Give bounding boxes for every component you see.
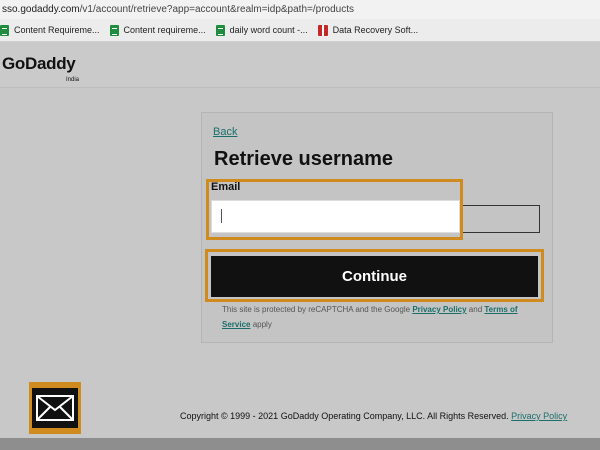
godaddy-logo[interactable]: GoDaddy: [2, 54, 76, 74]
email-field[interactable]: [211, 200, 460, 233]
bottom-bar: [0, 438, 600, 450]
footer-privacy-link[interactable]: Privacy Policy: [511, 411, 567, 421]
url-domain: sso.godaddy.com: [2, 4, 80, 15]
bookmark-item[interactable]: Data Recovery Soft...: [317, 24, 419, 36]
mail-icon[interactable]: [29, 382, 81, 434]
sheets-icon: [109, 24, 119, 36]
address-bar[interactable]: sso.godaddy.com/v1/account/retrieve?app=…: [0, 0, 600, 19]
recaptcha-notice: This site is protected by reCAPTCHA and …: [222, 302, 542, 332]
bookmark-label: daily word count -...: [229, 25, 308, 35]
bookmark-item[interactable]: Content Requireme...: [0, 24, 100, 36]
url-path: /v1/account/retrieve?app=account&realm=i…: [79, 4, 354, 15]
bookmark-label: Data Recovery Soft...: [332, 25, 419, 35]
continue-button[interactable]: Continue: [211, 256, 538, 297]
page-title: Retrieve username: [214, 148, 393, 170]
bookmarks-bar: Content Requireme... Content requireme..…: [0, 19, 600, 42]
logo-region: India: [66, 77, 80, 83]
recaptcha-prefix: This site is protected by reCAPTCHA and …: [222, 305, 413, 314]
footer: Copyright © 1999 - 2021 GoDaddy Operatin…: [180, 411, 567, 421]
back-link[interactable]: Back: [213, 126, 237, 138]
bookmark-item[interactable]: Content requireme...: [109, 24, 206, 36]
bookmark-item[interactable]: daily word count -...: [215, 24, 308, 36]
envelope: [32, 388, 78, 428]
text-caret: [221, 209, 222, 223]
site-header: GoDaddy India: [0, 42, 600, 88]
envelope-icon: [36, 395, 74, 421]
privacy-policy-link[interactable]: Privacy Policy: [412, 305, 466, 314]
copyright-text: Copyright © 1999 - 2021 GoDaddy Operatin…: [180, 411, 512, 421]
email-label: Email: [211, 181, 241, 193]
sheets-icon: [0, 24, 9, 36]
email-field-border: [460, 205, 540, 233]
sheets-icon: [215, 24, 225, 36]
recaptcha-apply: apply: [250, 320, 272, 329]
bookmark-label: Content requireme...: [123, 25, 206, 35]
gift-icon: [317, 24, 328, 36]
recaptcha-and: and: [466, 305, 485, 314]
bookmark-label: Content Requireme...: [14, 25, 100, 35]
